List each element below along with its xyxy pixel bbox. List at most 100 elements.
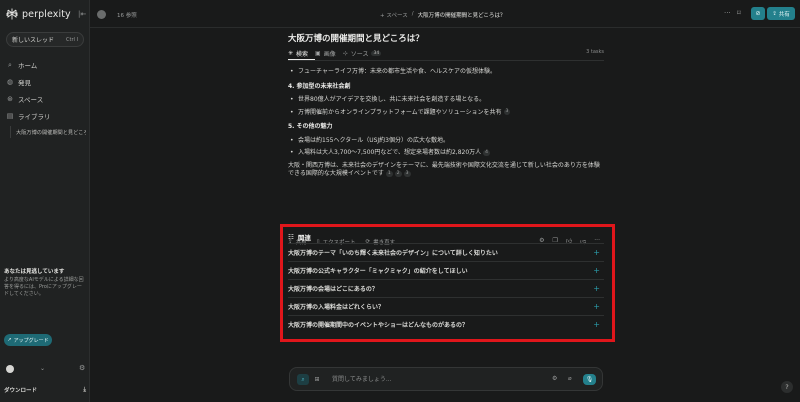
sidebar-item-spaces[interactable]: ⊛ スペース <box>6 90 86 107</box>
search-icon: ⌕ <box>8 60 12 69</box>
sidebar-nav: ⌕ ホーム ◍ 発見 ⊛ スペース ▤ ライブラリ <box>6 56 86 124</box>
summary-paragraph: 大阪・関西万博は、未来社会のデザインをテーマに、最先端技術や国際文化交流を通じて… <box>288 161 600 178</box>
answer-body: フューチャーライフ万博：未来の都市生活や食、ヘルスケアの仮想体験。 4. 参加型… <box>288 68 604 179</box>
citation-badge[interactable]: 3 <box>403 170 411 177</box>
gear-icon[interactable]: ⚙ <box>79 364 85 372</box>
tasks-link[interactable]: 3 tasks <box>586 49 604 55</box>
list-item: 入場料は大人3,700〜7,500円などで、想定来場者数は約2,820万人4 <box>288 149 604 158</box>
perplexity-logo-icon <box>6 8 18 20</box>
chevron-down-icon[interactable]: ⌄ <box>40 365 45 372</box>
voice-button[interactable]: 🎙︎ <box>583 374 596 385</box>
new-thread-label: 新しいスレッド <box>12 37 55 44</box>
upgrade-label: アップグレード <box>13 337 49 344</box>
question-icon: ? <box>785 383 789 391</box>
library-thread-label: 大阪万博の開催期間と見どころは？ <box>16 129 86 136</box>
share-button[interactable]: ⇪ 共有 <box>767 7 795 20</box>
new-thread-button[interactable]: 新しいスレッド Ctrl I <box>6 32 84 47</box>
add-to-space-link[interactable]: + スペース <box>380 11 408 19</box>
bookmark-icon[interactable]: ⌑ <box>737 9 741 17</box>
sidebar-item-discover[interactable]: ◍ 発見 <box>6 73 86 90</box>
citation-badge[interactable]: 1 <box>385 170 393 177</box>
follow-up-composer: ⌕ ⊞ ⚙ ⌀ 🎙︎ <box>289 367 603 391</box>
sidebar-item-label: 発見 <box>18 78 31 87</box>
share-icon: ⇪ <box>772 10 777 17</box>
page-title: 大阪万博の開催期間と見どころは？ <box>288 34 424 44</box>
arrow-icon: ↗ <box>7 337 12 343</box>
related-item[interactable]: 大阪万博の入場料金はどれくらい？ + <box>288 297 604 315</box>
section-heading: 5. その他の魅力 <box>288 123 333 130</box>
result-tabs: ✳ 検索 ▣ 画像 ⊹ ソース 34 <box>288 47 604 61</box>
research-mode-button[interactable]: ⊞ <box>312 374 322 385</box>
plus-icon[interactable]: + <box>593 302 600 311</box>
breadcrumb-separator: / <box>411 11 414 17</box>
more-options-icon[interactable]: ··· <box>724 9 731 17</box>
sidebar: perplexity |⇤ 新しいスレッド Ctrl I ⌕ ホーム ◍ 発見 … <box>0 0 90 402</box>
breadcrumb: + スペース / 大阪万博の開催期間と見どころは？ <box>380 11 505 19</box>
logo-text: perplexity <box>22 8 71 20</box>
tab-label: ソース <box>350 51 369 58</box>
views-count: 16 参照 <box>117 11 137 19</box>
globe-icon: ◍ <box>6 77 14 86</box>
follow-up-input[interactable] <box>332 374 532 385</box>
sources-count-badge: 34 <box>371 51 382 56</box>
plus-icon[interactable]: + <box>593 320 600 329</box>
tab-label: 検索 <box>296 50 309 58</box>
image-icon: ▣ <box>315 50 321 57</box>
plus-icon[interactable]: + <box>593 266 600 275</box>
logo[interactable]: perplexity <box>6 8 71 20</box>
related-item[interactable]: 大阪万博の公式キャラクター「ミャクミャク」の紹介をしてほしい + <box>288 261 604 279</box>
topbar: 16 参照 + スペース / 大阪万博の開催期間と見どころは？ ··· ⌑ ⊘ … <box>90 0 800 28</box>
upgrade-promo: あなたは見逃しています より高度なAIモデルによる詳細な回答を得るには、Proに… <box>4 267 86 298</box>
sidebar-item-library[interactable]: ▤ ライブラリ <box>6 107 86 124</box>
plus-icon[interactable]: + <box>593 284 600 293</box>
plus-icon[interactable]: + <box>593 248 600 257</box>
promo-title: あなたは見逃しています <box>4 269 65 275</box>
attach-icon[interactable]: ⌀ <box>568 375 572 382</box>
download-icon: ⤓ <box>83 386 86 393</box>
sources-icon: ⊹ <box>342 50 348 57</box>
download-button[interactable]: ダウンロード ⤓ <box>4 385 86 395</box>
sidebar-item-label: スペース <box>18 95 44 104</box>
sidebar-item-label: ライブラリ <box>18 112 51 121</box>
library-icon: ▤ <box>6 111 14 120</box>
related-item[interactable]: 大阪万博の開催期間中のイベントやショーはどんなものがあるの？ + <box>288 315 604 333</box>
search-mode-button[interactable]: ⌕ <box>297 374 309 385</box>
download-label: ダウンロード <box>4 388 38 394</box>
grid-icon: ⊞ <box>314 376 320 383</box>
settings-icon[interactable]: ⚙ <box>552 375 557 382</box>
help-button[interactable]: ? <box>781 381 793 393</box>
list-item: 会場は約155ヘクタール（USJ約3個分）の広大な敷地。 <box>288 137 604 146</box>
promo-body: より高度なAIモデルによる詳細な回答を得るには、Proにアップグレードしてくださ… <box>4 277 84 297</box>
citation-badge[interactable]: 3 <box>503 109 511 115</box>
tab-search[interactable]: ✳ 検索 <box>288 47 316 60</box>
sidebar-item-home[interactable]: ⌕ ホーム <box>6 56 86 73</box>
list-item: 世界80億人がアイデアを交換し、共に未来社会を創造する場となる。 <box>288 96 604 105</box>
avatar[interactable] <box>6 365 14 373</box>
spaces-icon: ⊛ <box>7 94 13 103</box>
related-item[interactable]: 大阪万博の会場はどこにあるの？ + <box>288 279 604 297</box>
section-heading: 4. 参加型の未来社会創 <box>288 82 351 90</box>
views-label: 16 参照 <box>117 13 137 19</box>
link-button[interactable]: ⊘ <box>751 7 765 20</box>
tab-label: 画像 <box>323 51 336 58</box>
share-label: 共有 <box>778 11 790 18</box>
avatar[interactable] <box>97 10 106 19</box>
search-icon: ⌕ <box>301 375 305 383</box>
perplexity-icon: ✳ <box>288 49 294 57</box>
list-item: フューチャーライフ万博：未来の都市生活や食、ヘルスケアの仮想体験。 <box>288 68 604 77</box>
tab-sources[interactable]: ⊹ ソース 34 <box>343 47 388 60</box>
breadcrumb-current: 大阪万博の開催期間と見どころは？ <box>417 13 506 19</box>
sidebar-item-label: ホーム <box>18 61 38 70</box>
citation-badge[interactable]: 4 <box>483 149 491 156</box>
related-icon: ☷ <box>288 233 294 241</box>
list-item: 万博開催前からオンラインプラットフォームで課題やソリューションを共有3 <box>288 109 604 118</box>
related-questions: ☷ 関連 大阪万博のテーマ「いのち輝く未来社会のデザイン」について詳しく知りたい… <box>288 231 604 333</box>
related-heading: ☷ 関連 <box>288 233 311 242</box>
citation-badge[interactable]: 2 <box>394 170 402 177</box>
related-item[interactable]: 大阪万博のテーマ「いのち輝く未来社会のデザイン」について詳しく知りたい + <box>288 243 604 261</box>
tab-images[interactable]: ▣ 画像 <box>315 47 343 60</box>
upgrade-button[interactable]: ↗ アップグレード <box>4 334 52 346</box>
collapse-sidebar-icon[interactable]: |⇤ <box>78 10 86 18</box>
link-icon: ⊘ <box>755 10 761 17</box>
library-thread-item[interactable]: 大阪万博の開催期間と見どころは？ <box>10 126 86 138</box>
